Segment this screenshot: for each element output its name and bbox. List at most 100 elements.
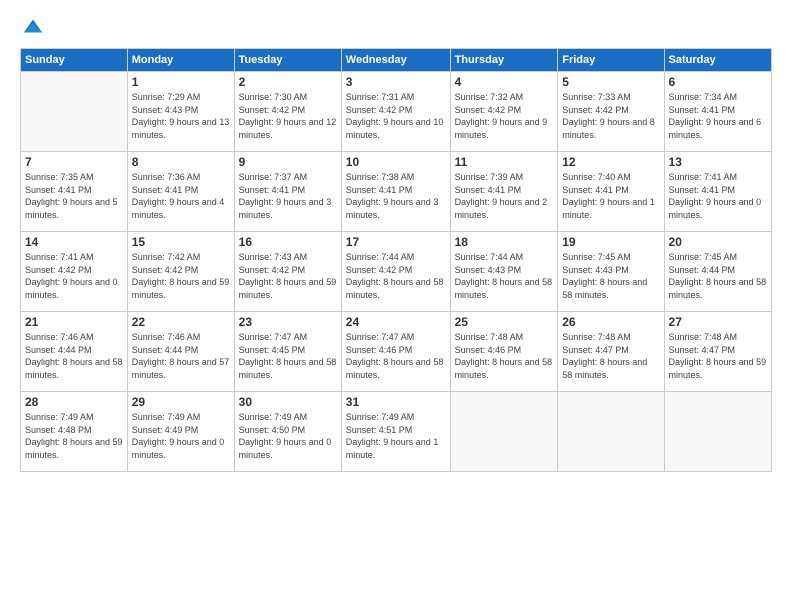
calendar-cell — [664, 392, 771, 472]
day-number: 13 — [669, 155, 767, 169]
day-number: 10 — [346, 155, 446, 169]
day-number: 7 — [25, 155, 123, 169]
day-info: Sunrise: 7:34 AMSunset: 4:41 PMDaylight:… — [669, 91, 767, 141]
calendar-day-header: Thursday — [450, 49, 558, 72]
day-info: Sunrise: 7:47 AMSunset: 4:46 PMDaylight:… — [346, 331, 446, 381]
calendar-day-header: Saturday — [664, 49, 771, 72]
calendar-cell: 27 Sunrise: 7:48 AMSunset: 4:47 PMDayligh… — [664, 312, 771, 392]
day-number: 28 — [25, 395, 123, 409]
day-number: 6 — [669, 75, 767, 89]
day-number: 11 — [455, 155, 554, 169]
day-info: Sunrise: 7:37 AMSunset: 4:41 PMDaylight:… — [239, 171, 337, 221]
day-info: Sunrise: 7:46 AMSunset: 4:44 PMDaylight:… — [25, 331, 123, 381]
calendar-cell: 31 Sunrise: 7:49 AMSunset: 4:51 PMDayligh… — [341, 392, 450, 472]
day-number: 17 — [346, 235, 446, 249]
day-info: Sunrise: 7:44 AMSunset: 4:43 PMDaylight:… — [455, 251, 554, 301]
calendar-cell: 24 Sunrise: 7:47 AMSunset: 4:46 PMDayligh… — [341, 312, 450, 392]
day-info: Sunrise: 7:47 AMSunset: 4:45 PMDaylight:… — [239, 331, 337, 381]
day-number: 5 — [562, 75, 659, 89]
calendar-cell: 30Sunrise: 7:49 AMSunset: 4:50 PMDayligh… — [234, 392, 341, 472]
day-info: Sunrise: 7:44 AMSunset: 4:42 PMDaylight:… — [346, 251, 446, 301]
calendar-cell: 10 Sunrise: 7:38 AMSunset: 4:41 PMDayligh… — [341, 152, 450, 232]
calendar-week-row: 1 Sunrise: 7:29 AMSunset: 4:43 PMDaylight… — [21, 72, 772, 152]
day-number: 21 — [25, 315, 123, 329]
day-number: 31 — [346, 395, 446, 409]
day-number: 27 — [669, 315, 767, 329]
day-info: Sunrise: 7:43 AMSunset: 4:42 PMDaylight:… — [239, 251, 337, 301]
logo — [20, 16, 44, 38]
calendar-day-header: Wednesday — [341, 49, 450, 72]
day-number: 16 — [239, 235, 337, 249]
day-info: Sunrise: 7:45 AMSunset: 4:43 PMDaylight:… — [562, 251, 659, 301]
day-number: 24 — [346, 315, 446, 329]
day-number: 29 — [132, 395, 230, 409]
calendar-cell: 21 Sunrise: 7:46 AMSunset: 4:44 PMDayligh… — [21, 312, 128, 392]
calendar-cell: 17 Sunrise: 7:44 AMSunset: 4:42 PMDayligh… — [341, 232, 450, 312]
calendar-table: SundayMondayTuesdayWednesdayThursdayFrid… — [20, 48, 772, 472]
day-number: 20 — [669, 235, 767, 249]
calendar-cell: 12Sunrise: 7:40 AMSunset: 4:41 PMDayligh… — [558, 152, 664, 232]
calendar-cell: 25 Sunrise: 7:48 AMSunset: 4:46 PMDayligh… — [450, 312, 558, 392]
calendar-cell: 23Sunrise: 7:47 AMSunset: 4:45 PMDayligh… — [234, 312, 341, 392]
calendar-week-row: 28Sunrise: 7:49 AMSunset: 4:48 PMDayligh… — [21, 392, 772, 472]
day-info: Sunrise: 7:29 AMSunset: 4:43 PMDaylight:… — [132, 91, 230, 141]
calendar-cell: 28Sunrise: 7:49 AMSunset: 4:48 PMDayligh… — [21, 392, 128, 472]
calendar-cell: 11 Sunrise: 7:39 AMSunset: 4:41 PMDayligh… — [450, 152, 558, 232]
day-info: Sunrise: 7:41 AMSunset: 4:41 PMDaylight:… — [669, 171, 767, 221]
day-number: 9 — [239, 155, 337, 169]
page: SundayMondayTuesdayWednesdayThursdayFrid… — [0, 0, 792, 612]
calendar-cell: 13 Sunrise: 7:41 AMSunset: 4:41 PMDayligh… — [664, 152, 771, 232]
day-number: 26 — [562, 315, 659, 329]
day-number: 1 — [132, 75, 230, 89]
calendar-cell: 18 Sunrise: 7:44 AMSunset: 4:43 PMDayligh… — [450, 232, 558, 312]
calendar-day-header: Tuesday — [234, 49, 341, 72]
day-info: Sunrise: 7:31 AMSunset: 4:42 PMDaylight:… — [346, 91, 446, 141]
day-info: Sunrise: 7:49 AMSunset: 4:51 PMDaylight:… — [346, 411, 446, 461]
day-number: 19 — [562, 235, 659, 249]
calendar-day-header: Monday — [127, 49, 234, 72]
calendar-cell: 7Sunrise: 7:35 AMSunset: 4:41 PMDaylight… — [21, 152, 128, 232]
calendar-cell: 8 Sunrise: 7:36 AMSunset: 4:41 PMDaylight… — [127, 152, 234, 232]
day-info: Sunrise: 7:33 AMSunset: 4:42 PMDaylight:… — [562, 91, 659, 141]
day-number: 12 — [562, 155, 659, 169]
day-number: 22 — [132, 315, 230, 329]
day-info: Sunrise: 7:38 AMSunset: 4:41 PMDaylight:… — [346, 171, 446, 221]
calendar-cell: 2 Sunrise: 7:30 AMSunset: 4:42 PMDaylight… — [234, 72, 341, 152]
calendar-cell: 19 Sunrise: 7:45 AMSunset: 4:43 PMDayligh… — [558, 232, 664, 312]
day-number: 4 — [455, 75, 554, 89]
day-number: 25 — [455, 315, 554, 329]
day-info: Sunrise: 7:48 AMSunset: 4:47 PMDaylight:… — [562, 331, 659, 381]
day-number: 15 — [132, 235, 230, 249]
day-info: Sunrise: 7:46 AMSunset: 4:44 PMDaylight:… — [132, 331, 230, 381]
day-info: Sunrise: 7:39 AMSunset: 4:41 PMDaylight:… — [455, 171, 554, 221]
calendar-cell: 20 Sunrise: 7:45 AMSunset: 4:44 PMDayligh… — [664, 232, 771, 312]
day-number: 8 — [132, 155, 230, 169]
day-info: Sunrise: 7:36 AMSunset: 4:41 PMDaylight:… — [132, 171, 230, 221]
day-info: Sunrise: 7:48 AMSunset: 4:46 PMDaylight:… — [455, 331, 554, 381]
day-number: 18 — [455, 235, 554, 249]
day-info: Sunrise: 7:48 AMSunset: 4:47 PMDaylight:… — [669, 331, 767, 381]
calendar-cell: 26 Sunrise: 7:48 AMSunset: 4:47 PMDayligh… — [558, 312, 664, 392]
day-number: 3 — [346, 75, 446, 89]
calendar-cell: 15 Sunrise: 7:42 AMSunset: 4:42 PMDayligh… — [127, 232, 234, 312]
day-number: 2 — [239, 75, 337, 89]
logo-icon — [22, 16, 44, 38]
calendar-cell: 29 Sunrise: 7:49 AMSunset: 4:49 PMDayligh… — [127, 392, 234, 472]
calendar-cell: 3 Sunrise: 7:31 AMSunset: 4:42 PMDaylight… — [341, 72, 450, 152]
day-info: Sunrise: 7:32 AMSunset: 4:42 PMDaylight:… — [455, 91, 554, 141]
calendar-cell — [450, 392, 558, 472]
day-info: Sunrise: 7:45 AMSunset: 4:44 PMDaylight:… — [669, 251, 767, 301]
calendar-cell: 5 Sunrise: 7:33 AMSunset: 4:42 PMDaylight… — [558, 72, 664, 152]
header — [20, 16, 772, 38]
day-info: Sunrise: 7:30 AMSunset: 4:42 PMDaylight:… — [239, 91, 337, 141]
calendar-header-row: SundayMondayTuesdayWednesdayThursdayFrid… — [21, 49, 772, 72]
day-number: 30 — [239, 395, 337, 409]
day-info: Sunrise: 7:49 AMSunset: 4:49 PMDaylight:… — [132, 411, 230, 461]
calendar-week-row: 21 Sunrise: 7:46 AMSunset: 4:44 PMDayligh… — [21, 312, 772, 392]
calendar-cell: 14Sunrise: 7:41 AMSunset: 4:42 PMDayligh… — [21, 232, 128, 312]
calendar-cell — [21, 72, 128, 152]
day-info: Sunrise: 7:42 AMSunset: 4:42 PMDaylight:… — [132, 251, 230, 301]
calendar-cell: 9 Sunrise: 7:37 AMSunset: 4:41 PMDaylight… — [234, 152, 341, 232]
calendar-cell: 1 Sunrise: 7:29 AMSunset: 4:43 PMDaylight… — [127, 72, 234, 152]
calendar-day-header: Sunday — [21, 49, 128, 72]
